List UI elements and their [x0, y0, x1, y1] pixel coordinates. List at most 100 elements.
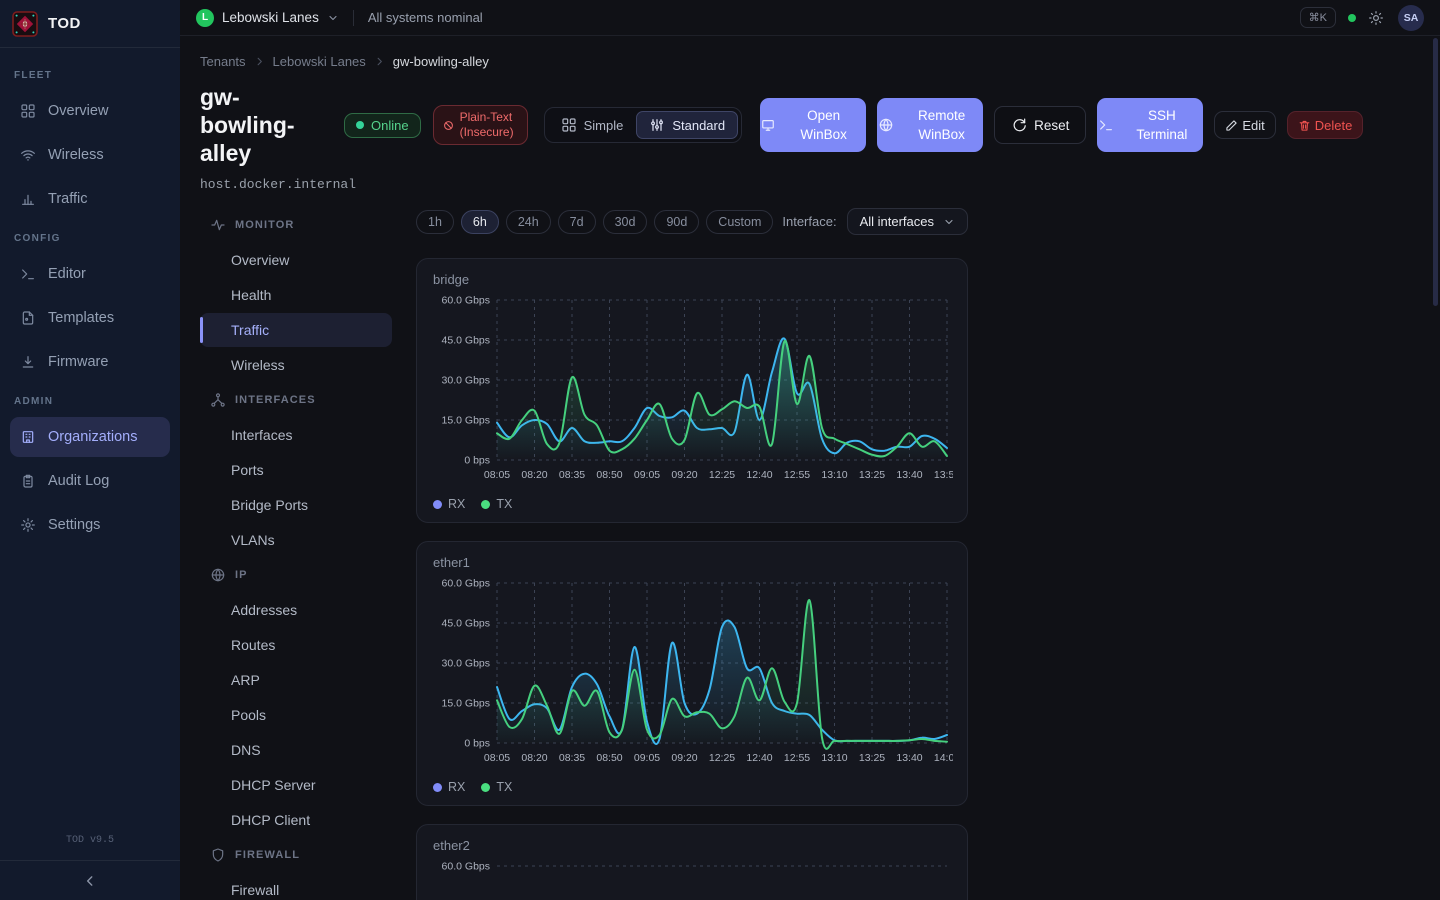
sliders-icon: [649, 117, 665, 133]
view-toggle-standard[interactable]: Standard: [636, 111, 738, 139]
charts-container: bridge 0 bps15.0 Gbps30.0 Gbps45.0 Gbps6…: [416, 258, 968, 900]
vertical-scrollbar[interactable]: [1433, 38, 1438, 306]
brand-header: TOD: [0, 0, 180, 48]
subnav-item-dhcp-server[interactable]: DHCP Server: [200, 768, 392, 802]
x-axis-tick: 13:40: [896, 752, 922, 764]
subnav-item-arp[interactable]: ARP: [200, 663, 392, 697]
time-range-group: 1h 6h 24h 7d 30d90d Custom: [416, 210, 773, 234]
subnav-item-overview[interactable]: Overview: [200, 243, 392, 277]
x-axis-tick: 08:35: [559, 752, 585, 764]
sidebar-item-settings[interactable]: Settings: [10, 505, 170, 545]
subnav-item-interfaces[interactable]: Interfaces: [200, 418, 392, 452]
range-custom-button[interactable]: Custom: [706, 210, 773, 234]
subnav-item-firewall[interactable]: Firewall: [200, 873, 392, 900]
x-axis-tick: 13:10: [821, 752, 847, 764]
x-axis-tick: 12:40: [746, 752, 772, 764]
sidebar-nav: FLEETOverviewWirelessTrafficCONFIGEditor…: [0, 48, 180, 557]
ssh-terminal-button[interactable]: SSH Terminal: [1097, 98, 1203, 152]
download-icon: [20, 354, 36, 370]
page-content: TenantsLebowski Lanesgw-bowling-alley gw…: [180, 36, 1440, 900]
interface-label: Interface:: [782, 214, 836, 229]
grid-icon: [20, 103, 36, 119]
sidebar-item-templates[interactable]: Templates: [10, 298, 170, 338]
y-axis-tick: 45.0 Gbps: [442, 335, 490, 347]
subnav-item-wireless[interactable]: Wireless: [200, 348, 392, 382]
connection-status-dot: [1348, 14, 1356, 22]
chart-legend: RXTX: [433, 497, 951, 511]
theme-toggle-button[interactable]: [1368, 10, 1384, 26]
y-axis-tick: 60.0 Gbps: [442, 861, 490, 873]
open-winbox-button[interactable]: Open WinBox: [760, 98, 866, 152]
refresh-icon: [1011, 117, 1027, 133]
sidebar-collapse-button[interactable]: [83, 874, 97, 888]
breadcrumb-tenants[interactable]: Tenants: [200, 54, 246, 69]
page-title: gw-bowling-alley: [200, 83, 332, 167]
user-avatar[interactable]: SA: [1398, 5, 1424, 31]
subnav-item-routes[interactable]: Routes: [200, 628, 392, 662]
x-axis-tick: 08:50: [596, 752, 622, 764]
x-axis-tick: 08:20: [521, 469, 547, 481]
range-90d-button[interactable]: 90d: [654, 210, 699, 234]
tod-logo-icon: [12, 11, 38, 37]
y-axis-tick: 15.0 Gbps: [442, 415, 490, 427]
x-axis-tick: 08:05: [484, 469, 510, 481]
subnav-item-bridge-ports[interactable]: Bridge Ports: [200, 488, 392, 522]
range-24h-button[interactable]: 24h: [506, 210, 551, 234]
legend-item-tx: TX: [481, 497, 512, 511]
subnav-item-addresses[interactable]: Addresses: [200, 593, 392, 627]
chevron-right-icon: [254, 56, 265, 67]
action-buttons: Open WinBoxRemote WinBox Reset SSH Termina…: [760, 98, 1363, 152]
range-6h-button[interactable]: 6h: [461, 210, 499, 234]
edit-button[interactable]: Edit: [1214, 111, 1275, 139]
subnav-item-health[interactable]: Health: [200, 278, 392, 312]
terminal-icon: [1098, 117, 1114, 133]
chart-title: ether1: [433, 555, 951, 570]
tenant-switcher[interactable]: L Lebowski Lanes: [196, 9, 339, 27]
sidebar-item-organizations[interactable]: Organizations: [10, 417, 170, 457]
x-axis-tick: 09:05: [634, 752, 660, 764]
subnav-item-dhcp-client[interactable]: DHCP Client: [200, 803, 392, 837]
traffic-chart-ether1: 0 bps15.0 Gbps30.0 Gbps45.0 Gbps60.0 Gbp…: [433, 573, 953, 773]
x-axis-tick: 14:00: [934, 752, 953, 764]
sidebar-item-wireless[interactable]: Wireless: [10, 135, 170, 175]
topbar: L Lebowski Lanes All systems nominal ⌘K …: [180, 0, 1440, 36]
sidebar-item-editor[interactable]: Editor: [10, 254, 170, 294]
chart-card-ether1: ether1 0 bps15.0 Gbps30.0 Gbps45.0 Gbps6…: [416, 541, 968, 806]
grid-small-icon: [561, 117, 577, 133]
subnav-item-pools[interactable]: Pools: [200, 698, 392, 732]
legend-item-rx: RX: [433, 780, 465, 794]
subnav-item-ports[interactable]: Ports: [200, 453, 392, 487]
view-toggle-simple[interactable]: Simple: [548, 111, 637, 139]
app-version: TOD v9.5: [0, 825, 180, 860]
subnav-item-traffic[interactable]: Traffic: [200, 313, 392, 347]
sidebar-item-firmware[interactable]: Firmware: [10, 342, 170, 382]
legend-item-tx: TX: [481, 780, 512, 794]
bar-chart-icon: [20, 191, 36, 207]
subnav-item-dns[interactable]: DNS: [200, 733, 392, 767]
sidebar-item-audit-log[interactable]: Audit Log: [10, 461, 170, 501]
nav-group-label-admin: ADMIN: [14, 396, 166, 407]
sun-icon: [1368, 10, 1384, 26]
range-30d-button[interactable]: 30d: [603, 210, 648, 234]
sidebar-item-overview[interactable]: Overview: [10, 91, 170, 131]
subnav-section-ip: IP: [200, 558, 392, 592]
traffic-chart-ether2: 0 bps15.0 Gbps30.0 Gbps45.0 Gbps60.0 Gbp…: [433, 856, 953, 900]
chart-title: bridge: [433, 272, 951, 287]
breadcrumb-lebowski-lanes[interactable]: Lebowski Lanes: [273, 54, 366, 69]
sidebar-item-traffic[interactable]: Traffic: [10, 179, 170, 219]
range-1h-button[interactable]: 1h: [416, 210, 454, 234]
command-palette-shortcut[interactable]: ⌘K: [1300, 7, 1336, 28]
remote-winbox-button[interactable]: Remote WinBox: [877, 98, 983, 152]
x-axis-tick: 12:25: [709, 752, 735, 764]
device-host: host.docker.internal: [200, 177, 1420, 192]
monitor-icon: [761, 118, 775, 132]
y-axis-tick: 0 bps: [464, 738, 490, 750]
subnav-item-vlans[interactable]: VLANs: [200, 523, 392, 557]
reset-button[interactable]: Reset: [994, 106, 1086, 144]
interface-select[interactable]: All interfaces: [847, 208, 968, 235]
chart-card-bridge: bridge 0 bps15.0 Gbps30.0 Gbps45.0 Gbps6…: [416, 258, 968, 523]
chevron-right-icon: [374, 56, 385, 67]
range-7d-button[interactable]: 7d: [558, 210, 596, 234]
chart-card-ether2: ether2 0 bps15.0 Gbps30.0 Gbps45.0 Gbps6…: [416, 824, 968, 900]
delete-button[interactable]: Delete: [1287, 111, 1364, 139]
